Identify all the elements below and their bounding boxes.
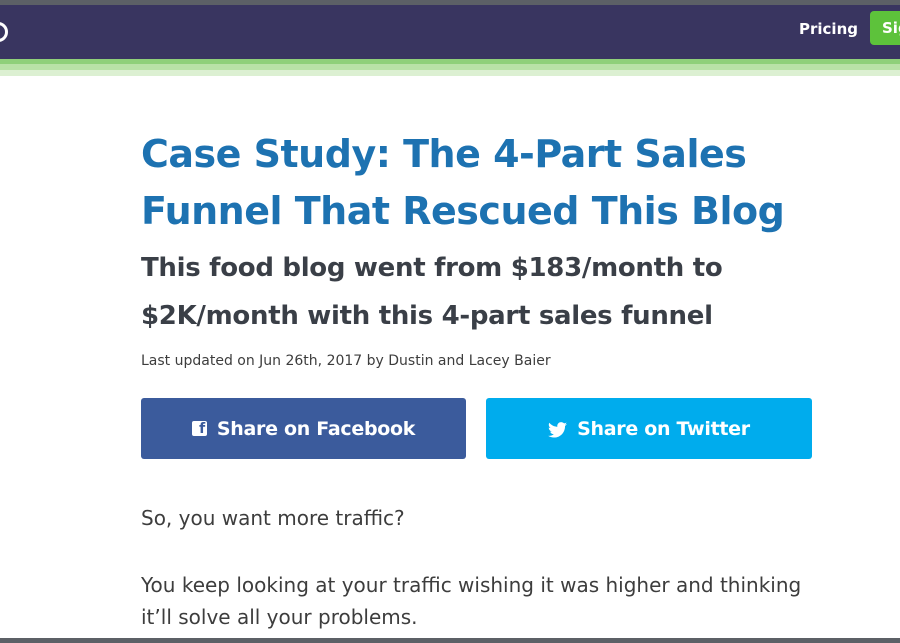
logo-icon[interactable] — [0, 22, 8, 42]
top-navbar: Pricing Sign Up — [0, 5, 900, 59]
share-buttons: f Share on Facebook Share on Twitter — [141, 398, 812, 459]
article-title: Case Study: The 4-Part Sales Funnel That… — [141, 132, 785, 233]
article-paragraph: So, you want more traffic? — [141, 506, 405, 530]
facebook-icon: f — [191, 421, 207, 436]
nav-signup-button[interactable]: Sign Up — [870, 11, 900, 45]
article-paragraph: You keep looking at your traffic wishing… — [141, 573, 802, 629]
share-twitter-label: Share on Twitter — [577, 417, 750, 440]
share-facebook-label: Share on Facebook — [216, 417, 416, 440]
share-twitter-button[interactable]: Share on Twitter — [486, 398, 812, 459]
article-subtitle: This food blog went from $183/month to $… — [141, 253, 723, 331]
article: Case Study: The 4-Part Sales Funnel That… — [141, 126, 821, 371]
article-byline: Last updated on Jun 26th, 2017 by Dustin… — [141, 353, 551, 369]
header-stripe-light — [0, 70, 900, 76]
share-facebook-button[interactable]: f Share on Facebook — [141, 398, 466, 459]
window-bottom-edge — [0, 638, 900, 643]
nav-pricing-link[interactable]: Pricing — [799, 19, 858, 39]
twitter-icon — [548, 421, 568, 438]
